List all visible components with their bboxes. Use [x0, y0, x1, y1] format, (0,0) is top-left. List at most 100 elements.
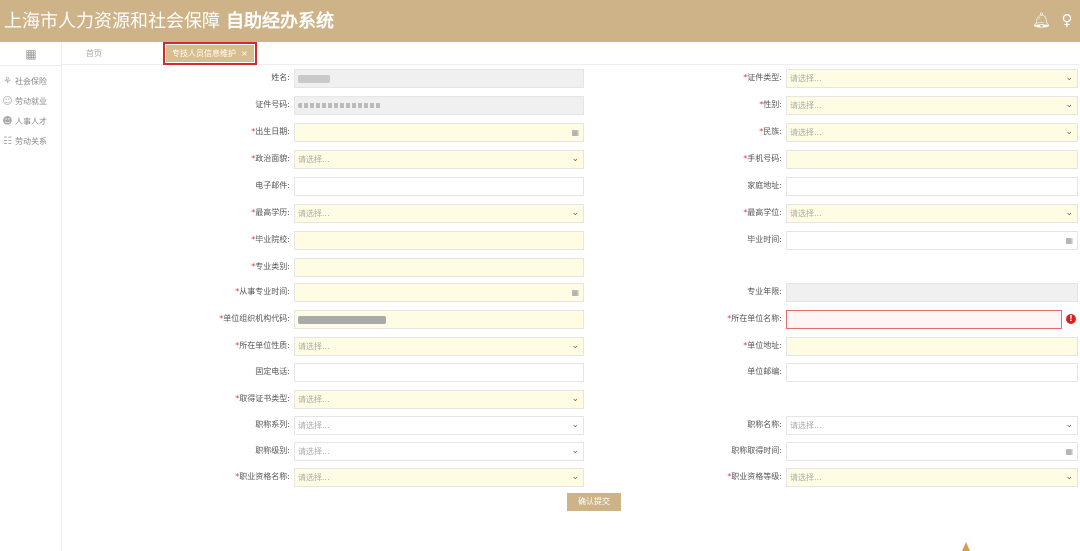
mobile-field[interactable]	[786, 150, 1078, 169]
id-type-select[interactable]: 请选择... ⌄	[786, 69, 1078, 88]
error-icon: !	[1066, 314, 1076, 324]
id-number-field[interactable]	[294, 96, 584, 115]
email-field[interactable]	[294, 177, 584, 196]
home-address-field[interactable]	[786, 177, 1078, 196]
chevron-down-icon: ⌄	[571, 341, 579, 351]
name-redacted	[298, 74, 330, 83]
sidebar-item-label: 劳动就业	[15, 97, 47, 106]
title-level-label: 职称级别:	[255, 446, 290, 455]
qualification-name-label: *职业资格名称:	[235, 472, 290, 481]
chevron-down-icon: ⌄	[571, 394, 579, 404]
work-since-field[interactable]: ▦	[294, 283, 584, 302]
school-field[interactable]	[294, 231, 584, 250]
org-name-label: *所在单位名称:	[727, 314, 782, 323]
chevron-down-icon: ⌄	[1065, 420, 1073, 430]
qualification-level-select[interactable]: 请选择... ⌄	[786, 468, 1078, 487]
graduation-time-field[interactable]: ▦	[786, 231, 1078, 250]
sidebar-item-personnel[interactable]: ☻ 人事人才	[2, 114, 47, 130]
mobile-label: *手机号码:	[743, 154, 782, 163]
sidebar-item-label: 劳动关系	[15, 137, 47, 146]
tab-label: 专技人员信息维护	[172, 49, 236, 58]
sidebar-item-label: 人事人才	[15, 117, 47, 126]
chevron-down-icon: ⌄	[1065, 73, 1073, 83]
app-header: 上海市人力资源和社会保障 自助经办系统 🔔︎ ♀	[0, 0, 1080, 42]
tab-bar: 首页 专技人员信息维护 ×	[62, 42, 1080, 65]
calendar-icon[interactable]: ▦	[571, 124, 579, 141]
work-years-field	[786, 283, 1078, 302]
chevron-down-icon: ⌄	[571, 208, 579, 218]
org-address-label: *单位地址:	[743, 341, 782, 350]
title-time-label: 职称取得时间:	[731, 446, 782, 455]
org-name-field[interactable]	[786, 310, 1062, 329]
title-name-select[interactable]: 请选择... ⌄	[786, 416, 1078, 435]
org-code-field[interactable]	[294, 310, 584, 329]
birth-date-label: *出生日期:	[251, 127, 290, 136]
title-time-field[interactable]: ▦	[786, 442, 1078, 461]
id-number-label: 证件号码:	[255, 100, 290, 109]
tab-professional-info[interactable]: 专技人员信息维护 ×	[163, 42, 257, 65]
calendar-icon[interactable]: ▦	[1065, 443, 1073, 460]
qualification-level-label: *职业资格等级:	[727, 472, 782, 481]
chevron-down-icon: ⌄	[571, 472, 579, 482]
sidebar-item-employment[interactable]: ☺ 劳动就业	[2, 94, 47, 110]
chevron-down-icon: ⌄	[571, 420, 579, 430]
major-category-label: *专业类别:	[251, 262, 290, 271]
postcode-field[interactable]	[786, 363, 1078, 382]
birth-date-field[interactable]: ▦	[294, 123, 584, 142]
org-name: 上海市人力资源和社会保障	[4, 11, 220, 32]
name-label: 姓名:	[271, 73, 290, 82]
chevron-down-icon: ⌄	[1065, 208, 1073, 218]
email-label: 电子邮件:	[255, 181, 290, 190]
org-address-field[interactable]	[786, 337, 1078, 356]
sidebar-item-label: 社会保险	[15, 77, 47, 86]
education-select[interactable]: 请选择... ⌄	[294, 204, 584, 223]
title-series-select[interactable]: 请选择... ⌄	[294, 416, 584, 435]
cursor-icon	[962, 542, 970, 551]
title-series-label: 职称系列:	[255, 420, 290, 429]
org-code-redacted	[298, 315, 386, 324]
submit-button[interactable]: 确认提交	[567, 493, 621, 511]
name-field[interactable]	[294, 69, 584, 88]
gender-label: *性别:	[759, 100, 782, 109]
sidebar-item-social-insurance[interactable]: ⚘ 社会保险	[2, 74, 47, 90]
major-category-field[interactable]	[294, 258, 584, 277]
title-level-select[interactable]: 请选择... ⌄	[294, 442, 584, 461]
document-icon: ☷	[3, 136, 12, 147]
postcode-label: 单位邮编:	[747, 367, 782, 376]
work-years-label: 专业年限:	[747, 287, 782, 296]
form-area: 姓名: *证件类型: 请选择... ⌄ 证件号码: *性别: 请选择... ⌄ *出…	[62, 65, 1080, 551]
chevron-down-icon: ⌄	[571, 154, 579, 164]
grid-icon[interactable]: ▦	[23, 47, 39, 61]
calendar-icon[interactable]: ▦	[571, 284, 579, 301]
sidebar-item-labor-relations[interactable]: ☷ 劳动关系	[2, 134, 47, 150]
tab-home[interactable]: 首页	[86, 48, 102, 59]
user-icon[interactable]: ♀	[1058, 11, 1076, 29]
org-nature-select[interactable]: 请选择... ⌄	[294, 337, 584, 356]
app-title: 上海市人力资源和社会保障 自助经办系统	[4, 7, 334, 33]
gender-select[interactable]: 请选择... ⌄	[786, 96, 1078, 115]
political-status-select[interactable]: 请选择... ⌄	[294, 150, 584, 169]
degree-select[interactable]: 请选择... ⌄	[786, 204, 1078, 223]
chevron-down-icon: ⌄	[1065, 127, 1073, 137]
degree-label: *最高学位:	[743, 208, 782, 217]
ethnicity-select[interactable]: 请选择... ⌄	[786, 123, 1078, 142]
chevron-down-icon: ⌄	[1065, 472, 1073, 482]
landline-field[interactable]	[294, 363, 584, 382]
qualification-name-select[interactable]: 请选择... ⌄	[294, 468, 584, 487]
bell-icon[interactable]: 🔔︎	[1032, 11, 1051, 29]
home-address-label: 家庭地址:	[747, 181, 782, 190]
graduation-time-label: 毕业时间:	[747, 235, 782, 244]
chevron-down-icon: ⌄	[571, 446, 579, 456]
close-icon[interactable]: ×	[241, 49, 248, 58]
sidebar: ▦ ⚘ 社会保险 ☺ 劳动就业 ☻ 人事人才 ☷ 劳动关系	[0, 42, 62, 551]
ethnicity-label: *民族:	[759, 127, 782, 136]
political-status-label: *政治面貌:	[251, 154, 290, 163]
org-nature-label: *所在单位性质:	[235, 341, 290, 350]
work-since-label: *从事专业时间:	[235, 287, 290, 296]
landline-label: 固定电话:	[255, 367, 290, 376]
cert-type-select[interactable]: 请选择... ⌄	[294, 390, 584, 409]
calendar-icon[interactable]: ▦	[1065, 232, 1073, 249]
education-label: *最高学历:	[251, 208, 290, 217]
title-name-label: 职称名称:	[747, 420, 782, 429]
person-icon: ☺	[2, 96, 13, 107]
